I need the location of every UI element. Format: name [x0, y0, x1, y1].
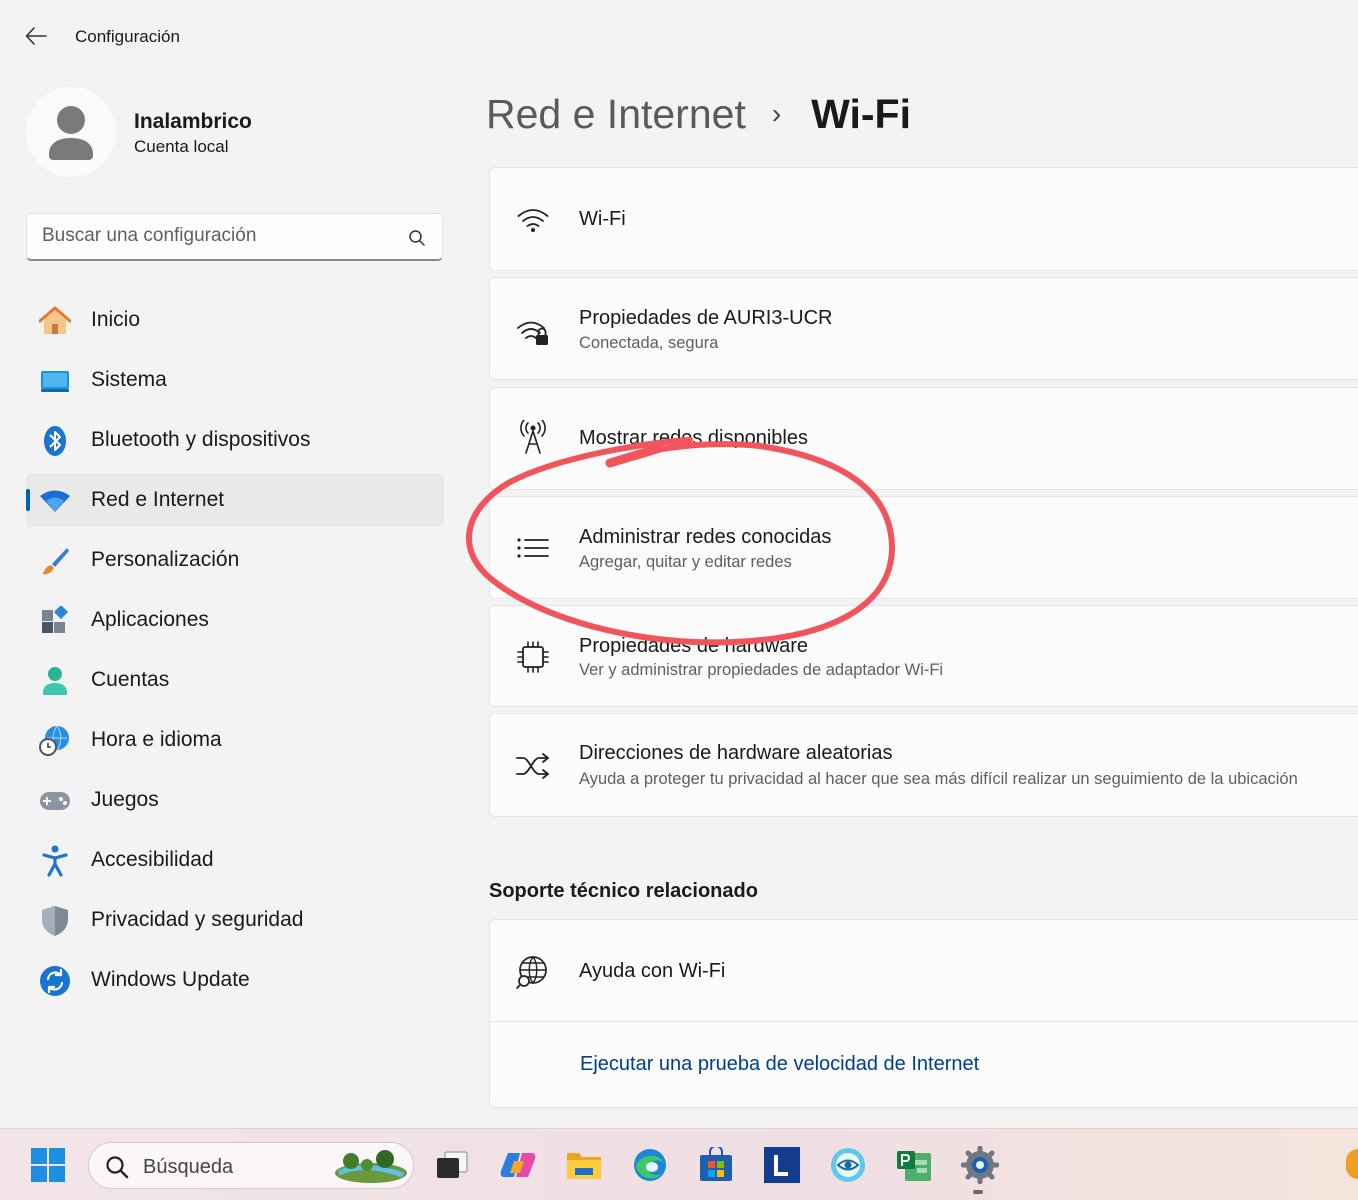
sidebar-item-accesibilidad[interactable]: Accesibilidad: [26, 833, 444, 887]
taskbar-search[interactable]: Búsqueda: [88, 1142, 414, 1189]
settings-icon[interactable]: [958, 1143, 1002, 1187]
network-icon: [39, 485, 71, 517]
sidebar-item-bluetooth[interactable]: Bluetooth y dispositivos: [26, 413, 444, 467]
taskbar: Búsqueda: [0, 1128, 1358, 1200]
sidebar-item-label: Personalización: [91, 548, 240, 571]
card-subtitle: Ayuda a proteger tu privacidad al hacer …: [579, 770, 1298, 788]
search-input[interactable]: [27, 214, 397, 258]
weather-icon[interactable]: [1346, 1149, 1358, 1179]
gamepad-icon: [39, 785, 71, 817]
l-app-icon[interactable]: [760, 1143, 804, 1187]
sidebar-item-label: Bluetooth y dispositivos: [91, 428, 311, 451]
sidebar-item-juegos[interactable]: Juegos: [26, 773, 444, 827]
wifi-icon: [516, 203, 550, 237]
sidebar-item-label: Inicio: [91, 308, 141, 331]
sidebar-item-label: Sistema: [91, 368, 167, 391]
search-highlight-icon: [335, 1150, 407, 1183]
sidebar-item-inicio[interactable]: Inicio: [26, 293, 444, 347]
app-title: Configuración: [75, 27, 180, 46]
shuffle-icon: [516, 749, 550, 783]
breadcrumb: Red e Internet › Wi-Fi: [486, 86, 911, 142]
user-icon: [49, 106, 93, 160]
breadcrumb-separator: ›: [771, 98, 782, 129]
sidebar-item-windows-update[interactable]: Windows Update: [26, 953, 444, 1007]
support-card: Ayuda con Wi-Fi: [489, 919, 1358, 1108]
apps-icon: [39, 605, 71, 637]
sidebar-item-label: Hora e idioma: [91, 728, 222, 751]
home-icon: [39, 305, 71, 337]
card-show-networks[interactable]: Mostrar redes disponibles: [489, 387, 1358, 490]
back-button[interactable]: [20, 22, 52, 50]
sidebar-nav: Inicio Sistema Bluetooth y dispositivos …: [26, 293, 444, 1013]
brush-icon: [39, 545, 71, 577]
sidebar-item-label: Cuentas: [91, 668, 170, 691]
sidebar-item-label: Red e Internet: [91, 488, 225, 511]
windows-start-icon[interactable]: [26, 1143, 70, 1187]
file-explorer-icon[interactable]: [562, 1143, 606, 1187]
breadcrumb-parent[interactable]: Red e Internet: [486, 91, 746, 138]
windows-update-icon: [39, 965, 71, 997]
antenna-icon: [516, 420, 550, 454]
avatar[interactable]: [26, 87, 116, 177]
card-title: Propiedades de hardware: [579, 635, 809, 657]
sidebar-item-label: Juegos: [91, 788, 159, 811]
accounts-icon: [39, 665, 71, 697]
help-wifi-row[interactable]: Ayuda con Wi-Fi: [490, 920, 1358, 1022]
sidebar-item-label: Accesibilidad: [91, 848, 214, 871]
sidebar-item-personalizacion[interactable]: Personalización: [26, 533, 444, 587]
card-hardware-properties[interactable]: Propiedades de hardware Ver y administra…: [489, 605, 1358, 707]
support-section-title: Soporte técnico relacionado: [489, 880, 758, 902]
task-view-icon[interactable]: [430, 1143, 474, 1187]
arrow-left-icon: [25, 27, 47, 45]
project-icon[interactable]: [892, 1143, 936, 1187]
bluetooth-icon: [39, 425, 71, 457]
list-icon: [516, 531, 550, 565]
sidebar-item-label: Windows Update: [91, 968, 250, 991]
card-wifi[interactable]: Wi-Fi: [489, 167, 1358, 271]
sidebar-item-label: Aplicaciones: [91, 608, 209, 631]
profile-account-type: Cuenta local: [134, 137, 229, 156]
sidebar-item-sistema[interactable]: Sistema: [26, 353, 444, 407]
eye-app-icon[interactable]: [826, 1143, 870, 1187]
copilot-icon[interactable]: [496, 1143, 540, 1187]
profile-name: Inalambrico: [134, 110, 252, 133]
card-title: Administrar redes conocidas: [579, 526, 832, 548]
card-network-properties[interactable]: Propiedades de AURI3-UCR Conectada, segu…: [489, 277, 1358, 380]
card-subtitle: Ver y administrar propiedades de adaptad…: [579, 661, 944, 679]
shield-icon: [39, 905, 71, 937]
search-icon[interactable]: [408, 229, 426, 247]
taskbar-search-text: Búsqueda: [143, 1156, 234, 1178]
edge-icon[interactable]: [628, 1143, 672, 1187]
card-manage-known-networks[interactable]: Administrar redes conocidas Agregar, qui…: [489, 496, 1358, 599]
sidebar-item-privacidad[interactable]: Privacidad y seguridad: [26, 893, 444, 947]
help-wifi-title: Ayuda con Wi-Fi: [579, 960, 726, 982]
sidebar-item-aplicaciones[interactable]: Aplicaciones: [26, 593, 444, 647]
speed-test-link[interactable]: Ejecutar una prueba de velocidad de Inte…: [580, 1053, 979, 1076]
system-icon: [39, 365, 71, 397]
card-title: Propiedades de AURI3-UCR: [579, 307, 833, 329]
search-icon: [106, 1156, 129, 1179]
card-subtitle: Agregar, quitar y editar redes: [579, 553, 792, 571]
store-icon[interactable]: [694, 1143, 738, 1187]
sidebar-item-hora-e-idioma[interactable]: Hora e idioma: [26, 713, 444, 767]
globe-search-icon: [516, 955, 550, 989]
chip-icon: [516, 640, 550, 674]
sidebar-item-label: Privacidad y seguridad: [91, 908, 304, 931]
sidebar-item-cuentas[interactable]: Cuentas: [26, 653, 444, 707]
time-language-icon: [39, 725, 71, 757]
page-title: Wi-Fi: [811, 90, 911, 137]
wifi-lock-icon: [516, 314, 550, 348]
search-box: [26, 213, 443, 261]
card-title: Wi-Fi: [579, 208, 626, 230]
sidebar-item-red-e-internet[interactable]: Red e Internet: [26, 473, 444, 527]
title-bar: Configuración: [0, 0, 1358, 72]
card-title: Mostrar redes disponibles: [579, 427, 808, 449]
card-random-hardware-addresses[interactable]: Direcciones de hardware aleatorias Ayuda…: [489, 713, 1358, 817]
card-title: Direcciones de hardware aleatorias: [579, 742, 893, 764]
active-app-indicator: [973, 1190, 983, 1194]
accessibility-icon: [39, 845, 71, 877]
card-subtitle: Conectada, segura: [579, 334, 719, 352]
